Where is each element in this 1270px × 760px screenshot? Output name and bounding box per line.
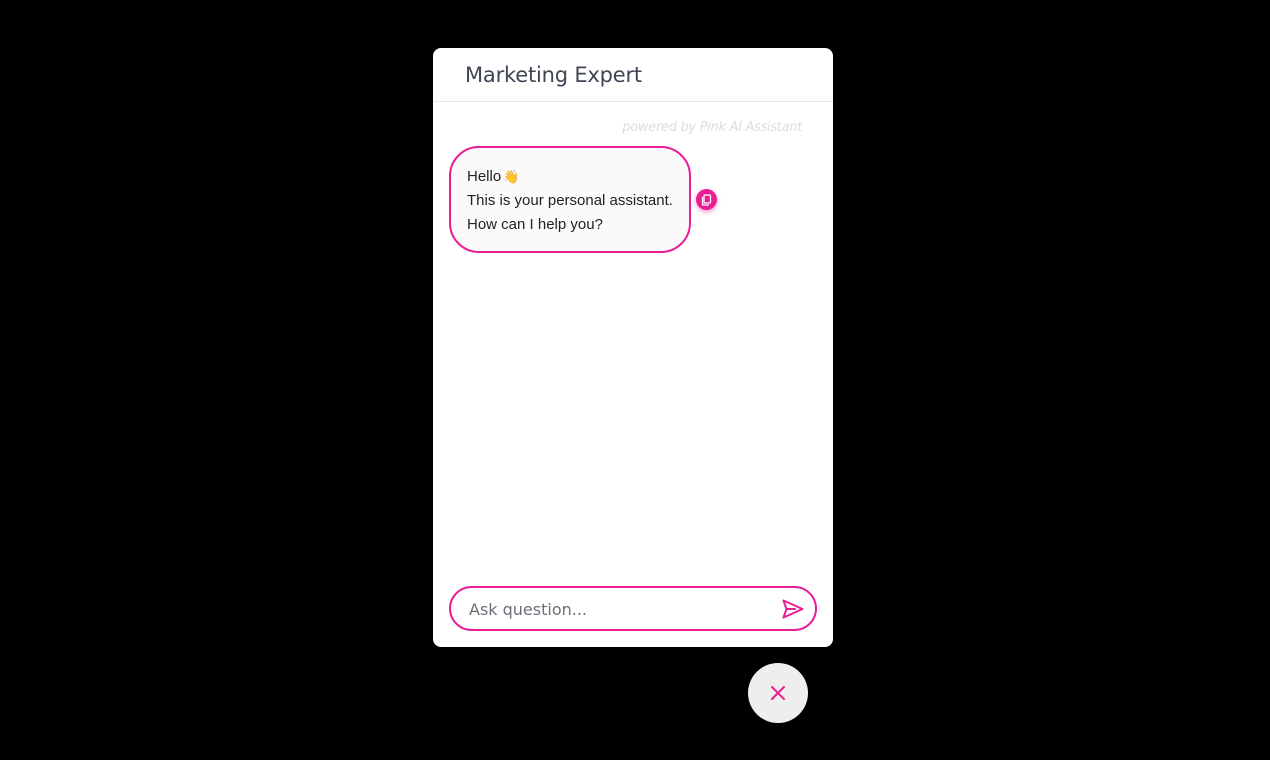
chat-window: Marketing Expert powered by Pink AI Assi…	[433, 48, 833, 647]
question-input[interactable]	[469, 597, 769, 621]
send-button[interactable]	[781, 598, 805, 620]
message-line-greeting: Hello 👋	[467, 165, 689, 189]
powered-by-label: powered by Pink AI Assistant	[622, 120, 802, 135]
message-line-question: How can I help you?	[467, 216, 603, 233]
close-icon	[771, 686, 785, 700]
question-input-bar	[449, 586, 817, 631]
waving-hand-icon: 👋	[503, 169, 520, 184]
assistant-message-bubble: Hello 👋 This is your personal assistant. …	[449, 146, 691, 253]
chat-title: Marketing Expert	[465, 62, 642, 87]
chat-header: Marketing Expert	[433, 48, 833, 102]
close-chat-button[interactable]	[748, 663, 808, 723]
greeting-text: Hello	[467, 168, 502, 185]
message-line-intro: This is your personal assistant.	[467, 192, 673, 209]
copy-message-button[interactable]	[696, 189, 717, 210]
copy-icon	[701, 193, 712, 206]
send-icon	[782, 599, 804, 619]
